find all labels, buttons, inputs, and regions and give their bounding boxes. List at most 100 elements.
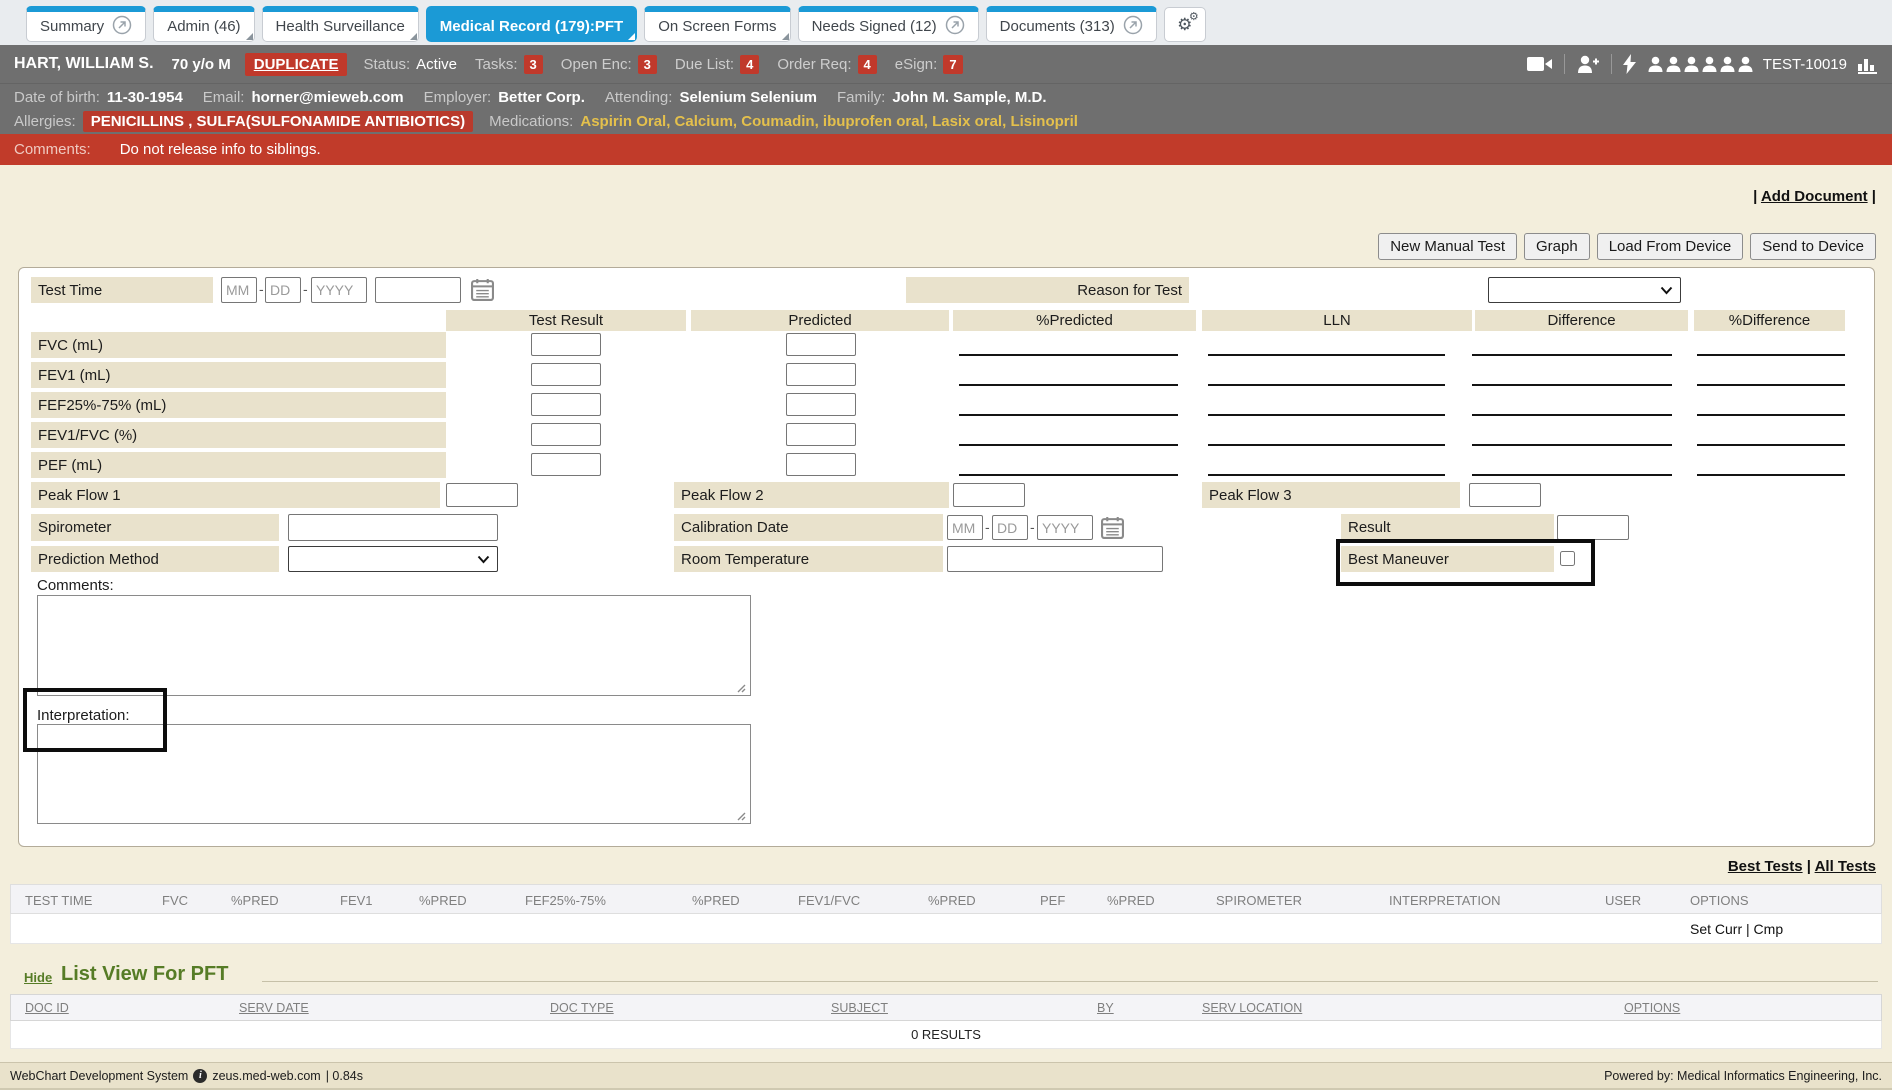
list-view-title: List View For PFT <box>61 963 228 986</box>
tab-medical-record[interactable]: Medical Record (179):PFT <box>426 6 637 42</box>
tab-admin[interactable]: Admin (46) <box>153 6 254 42</box>
col-doc-id[interactable]: DOC ID <box>25 1001 69 1015</box>
tab-summary[interactable]: Summary <box>26 6 146 42</box>
prediction-method-select[interactable] <box>288 546 498 572</box>
tab-needs-signed[interactable]: Needs Signed (12) <box>798 6 979 42</box>
info-icon[interactable]: i <box>193 1069 207 1083</box>
date-separator: - <box>1030 519 1035 535</box>
test-time-time-input[interactable] <box>375 277 461 303</box>
medications-label: Medications: <box>489 113 573 130</box>
bar-chart-icon[interactable] <box>1857 55 1878 74</box>
tasks-label: Tasks: <box>475 56 518 73</box>
divider <box>1564 54 1565 74</box>
peak-flow-3-input[interactable] <box>1469 483 1541 507</box>
tab-label: Admin (46) <box>167 18 240 35</box>
pef-predicted-input[interactable] <box>786 453 856 476</box>
add-document-link[interactable]: Add Document <box>1761 188 1868 205</box>
room-temperature-input[interactable] <box>947 546 1163 572</box>
allergies-value[interactable]: PENICILLINS , SULFA(SULFONAMIDE ANTIBIOT… <box>83 111 473 132</box>
popout-icon[interactable] <box>1123 15 1143 39</box>
col-test-result: Test Result <box>446 310 686 331</box>
best-maneuver-checkbox[interactable] <box>1560 551 1575 566</box>
fev1-fvc-predicted-input[interactable] <box>786 423 856 446</box>
duplicate-flag[interactable]: DUPLICATE <box>245 53 348 76</box>
video-camera-icon[interactable] <box>1527 56 1553 72</box>
fev1-predicted-input[interactable] <box>786 363 856 386</box>
employer-label: Employer: <box>424 89 492 106</box>
tasks-count-badge[interactable]: 3 <box>524 55 543 74</box>
fev1-test-result-input[interactable] <box>531 363 601 386</box>
due-list-count-badge[interactable]: 4 <box>740 55 759 74</box>
col-doc-type[interactable]: DOC TYPE <box>550 1001 614 1015</box>
room-temperature-label: Room Temperature <box>674 546 943 572</box>
col-serv-date[interactable]: SERV DATE <box>239 1001 309 1015</box>
load-from-device-button[interactable]: Load From Device <box>1597 233 1744 260</box>
pft-toolbar: New Manual Test Graph Load From Device S… <box>1378 233 1876 260</box>
graph-button[interactable]: Graph <box>1524 233 1590 260</box>
add-user-icon[interactable] <box>1576 55 1600 74</box>
settings-button[interactable]: ⚙ ⚙ <box>1164 7 1206 42</box>
calibration-day-input[interactable] <box>992 515 1028 540</box>
medications-value[interactable]: Aspirin Oral, Calcium, Coumadin, ibuprof… <box>580 113 1078 130</box>
col-test-time: TEST TIME <box>25 893 92 908</box>
all-tests-link[interactable]: All Tests <box>1815 858 1876 875</box>
order-req-count-badge[interactable]: 4 <box>858 55 877 74</box>
tab-label: Health Surveillance <box>276 18 405 35</box>
best-tests-link[interactable]: Best Tests <box>1728 858 1803 875</box>
fev1-fvc-test-result-input[interactable] <box>531 423 601 446</box>
server-host: zeus.med-web.com <box>212 1069 320 1083</box>
status-value: Active <box>416 56 457 73</box>
separator: | <box>1807 858 1811 875</box>
lightning-icon[interactable] <box>1623 54 1636 74</box>
test-time-month-input[interactable] <box>221 277 257 303</box>
reason-for-test-select[interactable] <box>1488 277 1681 303</box>
col-subject[interactable]: SUBJECT <box>831 1001 888 1015</box>
peak-flow-1-input[interactable] <box>446 483 518 507</box>
computed-value-line <box>959 414 1178 416</box>
col-fvc: FVC <box>162 893 188 908</box>
attending-label: Attending: <box>605 89 673 106</box>
peak-flow-2-input[interactable] <box>953 483 1025 507</box>
result-input[interactable] <box>1557 515 1629 540</box>
popout-icon[interactable] <box>945 15 965 39</box>
fvc-predicted-input[interactable] <box>786 333 856 356</box>
comments-banner: Comments: Do not release info to sibling… <box>0 134 1892 165</box>
popout-icon[interactable] <box>112 15 132 39</box>
fvc-test-result-input[interactable] <box>531 333 601 356</box>
family-value: John M. Sample, M.D. <box>892 89 1046 106</box>
test-time-year-input[interactable] <box>311 277 367 303</box>
pft-page: Summary Admin (46) Health Surveillance M… <box>0 0 1892 1090</box>
test-time-day-input[interactable] <box>265 277 301 303</box>
computed-value-line <box>1697 384 1845 386</box>
calendar-icon[interactable] <box>1101 516 1124 544</box>
open-enc-count-badge[interactable]: 3 <box>638 55 657 74</box>
calibration-month-input[interactable] <box>947 515 983 540</box>
allergies-label: Allergies: <box>14 113 76 130</box>
hide-link[interactable]: Hide <box>24 970 52 985</box>
spirometer-input[interactable] <box>288 514 498 541</box>
fef-test-result-input[interactable] <box>531 393 601 416</box>
tab-health-surveillance[interactable]: Health Surveillance <box>262 6 419 42</box>
send-to-device-button[interactable]: Send to Device <box>1750 233 1876 260</box>
col-doc-options[interactable]: OPTIONS <box>1624 1001 1680 1015</box>
document-list-table: DOC ID SERV DATE DOC TYPE SUBJECT BY SER… <box>10 994 1882 1049</box>
pef-test-result-input[interactable] <box>531 453 601 476</box>
col-by[interactable]: BY <box>1097 1001 1114 1015</box>
set-curr-cmp-links[interactable]: Set Curr | Cmp <box>1690 921 1783 937</box>
patient-id: TEST-10019 <box>1763 56 1847 73</box>
calibration-year-input[interactable] <box>1037 515 1093 540</box>
computed-value-line <box>1697 414 1845 416</box>
esign-count-badge[interactable]: 7 <box>943 55 962 74</box>
tab-on-screen-forms[interactable]: On Screen Forms <box>644 6 790 42</box>
col-pct-difference: %Difference <box>1694 310 1845 331</box>
interpretation-textarea[interactable] <box>37 724 751 824</box>
comments-banner-text: Do not release info to siblings. <box>120 141 321 158</box>
date-separator: - <box>303 281 308 297</box>
fef-predicted-input[interactable] <box>786 393 856 416</box>
comments-textarea[interactable] <box>37 595 751 696</box>
col-serv-location[interactable]: SERV LOCATION <box>1202 1001 1302 1015</box>
calendar-icon[interactable] <box>471 278 494 306</box>
tab-documents[interactable]: Documents (313) <box>986 6 1157 42</box>
new-manual-test-button[interactable]: New Manual Test <box>1378 233 1517 260</box>
computed-value-line <box>1472 354 1672 356</box>
